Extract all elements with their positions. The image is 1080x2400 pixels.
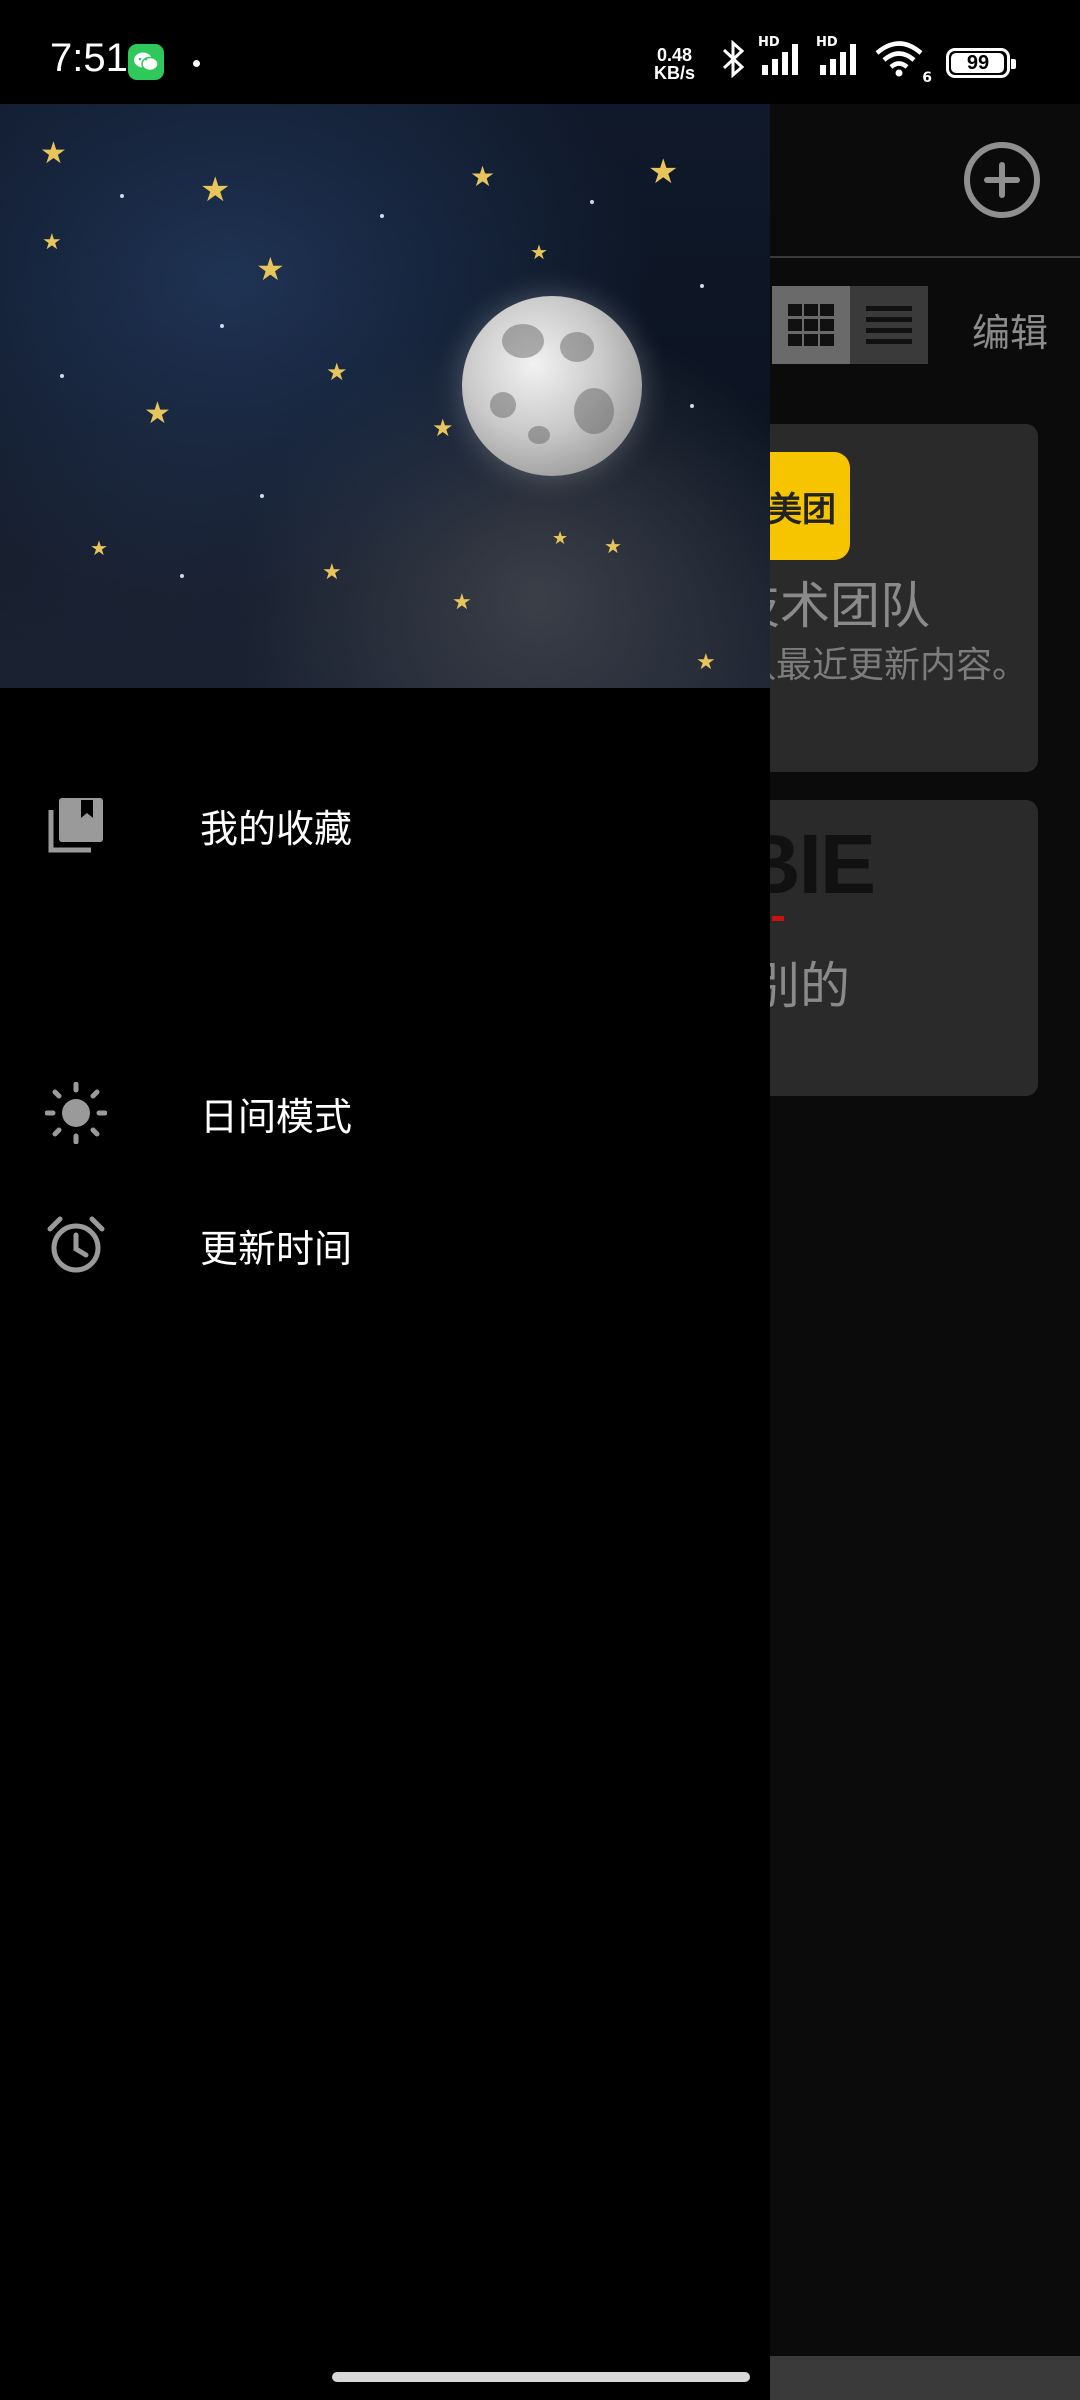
sparkle [60,374,64,378]
network-speed-unit: KB/s [654,63,696,83]
battery-level: 99 [966,51,990,74]
sparkle [220,324,224,328]
home-indicator[interactable] [332,2372,750,2382]
bottom-strip [770,2356,1080,2400]
card-title: 技术团队 [760,577,930,635]
bookmark-collection-icon [44,793,108,857]
wifi-badge: 6 [922,70,932,86]
moon-crater [574,388,614,434]
alarm-clock-icon [44,1213,108,1277]
star-decoration: ★ [432,414,454,442]
meituan-logo: 美团 [760,452,850,560]
moon-illustration [462,296,642,476]
sparkle [590,200,594,204]
notification-dot [193,60,200,67]
view-toggle[interactable] [772,286,928,364]
star-decoration: ★ [144,396,171,431]
star-decoration: ★ [326,358,348,386]
status-icons: HD HD 6 [718,35,932,86]
edit-button[interactable]: 编辑 [972,302,1048,357]
star-decoration: ★ [604,534,622,558]
card-logo: BIE [760,817,876,911]
star-decoration: ★ [452,590,472,615]
drawer-item-label: 更新时间 [200,1226,353,1271]
moon-crater [502,324,544,358]
star-decoration: ★ [40,136,67,171]
list-view-icon [866,306,912,344]
card-description: 队最近更新内容。 [760,645,1029,686]
sun-icon [44,1081,108,1145]
hd-label: HD [816,35,838,50]
star-decoration: ★ [322,560,342,585]
drawer-item-label: 日间模式 [200,1094,353,1139]
moon-crater [560,332,594,362]
list-view-button[interactable] [850,286,928,364]
subscription-card[interactable]: 美团 技术团队 队最近更新内容。 [760,424,1038,772]
star-decoration: ★ [552,528,569,549]
star-decoration: ★ [90,536,108,560]
grid-view-icon [788,304,834,346]
signal-hd-icon: HD [816,35,864,81]
status-time: 7:51 [50,36,128,80]
moon-crater [490,392,516,418]
navigation-drawer: ★ ★ ★ ★ ★ ★ ★ ★ ★ ★ ★ ★ ★ ★ ★ ★ 我的收藏 日间模… [0,104,770,2400]
star-decoration: ★ [470,160,496,193]
sparkle [180,574,184,578]
topbar-divider [770,256,1080,258]
drawer-item-day-mode[interactable]: 日间模式 [0,1058,770,1168]
hd-label: HD [758,35,780,50]
signal-hd-icon: HD [758,35,806,81]
drawer-header-image: ★ ★ ★ ★ ★ ★ ★ ★ ★ ★ ★ ★ ★ ★ ★ ★ [0,104,770,688]
status-bar: 7:51 0.48 KB/s HD HD 6 99 [0,0,1080,104]
drawer-item-label: 我的收藏 [200,806,353,851]
subscription-card[interactable]: BIE 别的 [760,800,1038,1096]
grid-view-button[interactable] [772,286,850,364]
star-decoration: ★ [696,650,716,675]
add-button[interactable] [964,142,1040,218]
network-speed: 0.48 KB/s [654,46,695,82]
drawer-item-update-time[interactable]: 更新时间 [0,1190,770,1300]
drawer-item-favorites[interactable]: 我的收藏 [0,770,770,880]
star-decoration: ★ [256,250,285,288]
battery-icon: 99 [946,48,1016,78]
sparkle [380,214,384,218]
bluetooth-icon [718,39,748,82]
sparkle [700,284,704,288]
star-decoration: ★ [530,240,548,264]
star-decoration: ★ [42,230,62,255]
moon-crater [528,426,550,444]
sparkle [260,494,264,498]
star-decoration: ★ [648,152,679,192]
wechat-icon [128,44,164,80]
star-decoration: ★ [200,170,231,210]
sparkle [120,194,124,198]
network-speed-value: 0.48 [656,45,693,65]
logo-accent [772,916,784,921]
wifi-icon: 6 [874,40,932,86]
sparkle [690,404,694,408]
card-title: 别的 [760,957,850,1015]
